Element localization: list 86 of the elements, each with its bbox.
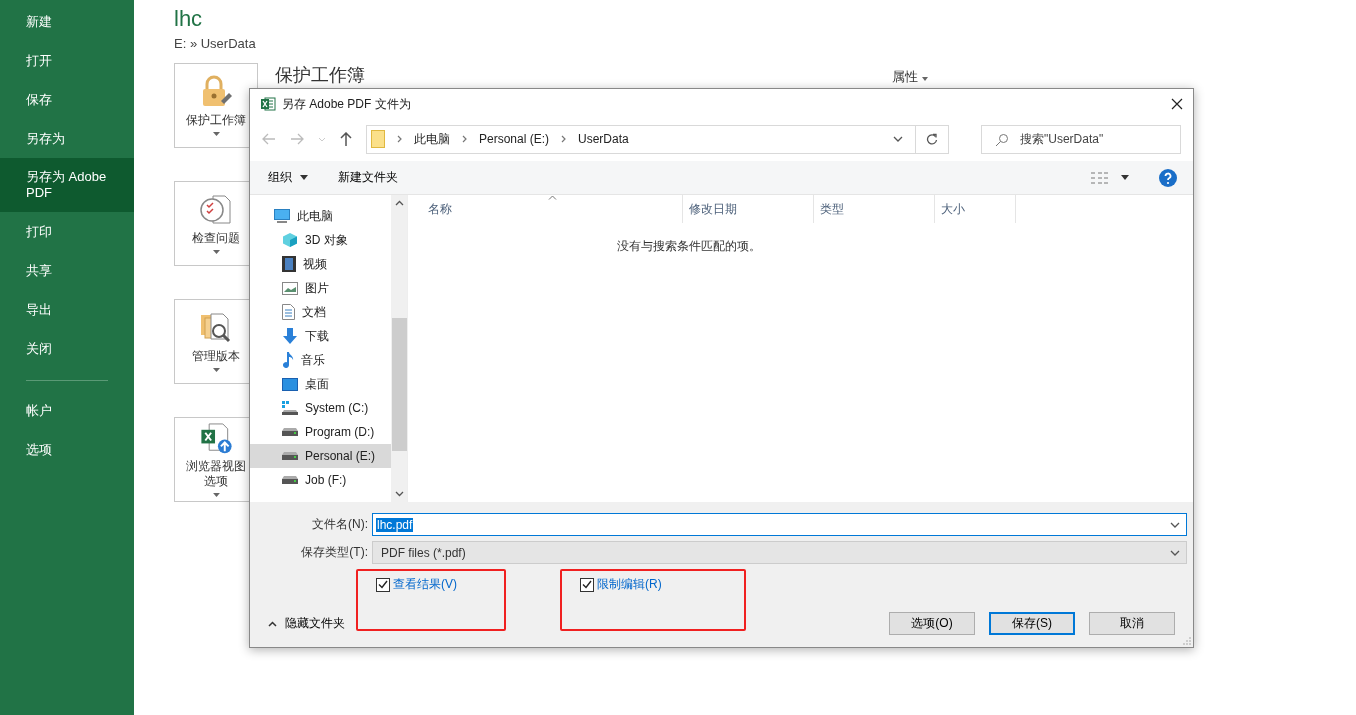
chevron-right-icon (397, 135, 402, 143)
chevron-up-icon (268, 620, 277, 627)
properties-menu[interactable]: 属性 (892, 68, 928, 84)
nav-item[interactable]: System (C:) (250, 396, 391, 420)
file-path: E: » UserData (174, 36, 257, 51)
help-icon[interactable] (1159, 168, 1177, 187)
document-icon (282, 304, 295, 320)
checkbox-option[interactable]: 查看结果(V) (376, 576, 457, 593)
sidebar-item[interactable]: 打开 (0, 41, 134, 80)
caret-icon[interactable] (1121, 175, 1129, 180)
checkbox[interactable] (376, 577, 390, 592)
dialog-button[interactable]: 保存(S) (989, 612, 1075, 635)
chevron-down-icon[interactable] (893, 136, 903, 142)
sidebar-item[interactable]: 帐户 (0, 391, 134, 430)
resize-grip-icon[interactable] (1183, 637, 1191, 645)
column-header[interactable]: 名称 (408, 195, 683, 223)
drive-icon (282, 476, 298, 484)
monitor-icon (282, 377, 298, 391)
checklist-icon (199, 193, 233, 227)
column-header[interactable]: 类型 (814, 195, 935, 223)
address-bar[interactable]: 此电脑 Personal (E:) UserData (366, 124, 949, 154)
checkbox[interactable] (580, 577, 594, 592)
computer-icon (274, 209, 290, 223)
scrollbar[interactable] (391, 195, 407, 502)
breadcrumb-item[interactable]: 此电脑 (414, 130, 450, 148)
chevron-down-icon (1170, 549, 1180, 556)
dialog-button[interactable]: 选项(O) (889, 612, 975, 635)
up-arrow-icon[interactable] (340, 132, 352, 146)
column-header[interactable]: 修改日期 (683, 195, 814, 223)
cube-icon (282, 232, 298, 248)
caret-icon (212, 132, 220, 136)
chevron-right-icon (462, 135, 467, 143)
picture-icon (282, 281, 298, 295)
breadcrumb-item[interactable]: UserData (578, 132, 629, 146)
chevron-up-icon[interactable] (394, 200, 404, 206)
down-arrow-icon (282, 328, 298, 344)
sidebar-item[interactable]: 选项 (0, 430, 134, 469)
sidebar-item[interactable]: 另存为 (0, 119, 134, 158)
search-icon (995, 132, 1009, 147)
spreadsheet-upload-icon (199, 422, 233, 456)
caret-icon (212, 493, 220, 497)
sidebar-item[interactable]: 保存 (0, 80, 134, 119)
caret-icon (212, 250, 220, 254)
documents-search-icon (199, 311, 233, 345)
nav-item[interactable]: 图片 (250, 276, 391, 300)
sidebar-item[interactable]: 打印 (0, 212, 134, 251)
field-label: 保存类型(T): (300, 544, 368, 561)
film-icon (282, 256, 296, 272)
section-heading: 保护工作簿 (275, 64, 365, 87)
dialog-button[interactable]: 取消 (1089, 612, 1175, 635)
column-header[interactable]: 大小 (935, 195, 1016, 223)
caret-icon (212, 368, 220, 372)
sidebar-item[interactable]: 导出 (0, 290, 134, 329)
sidebar-item[interactable]: 关闭 (0, 329, 134, 368)
chevron-down-icon[interactable] (394, 491, 404, 497)
check-icon (378, 580, 388, 589)
drive-icon (282, 428, 298, 436)
file-name-field[interactable]: lhc.pdf (372, 513, 1187, 536)
toolbar-button[interactable]: 新建文件夹 (332, 166, 404, 189)
sidebar-item[interactable]: 另存为 Adobe PDF (0, 158, 134, 212)
toolbar-button[interactable]: 组织 (262, 166, 314, 189)
close-icon[interactable] (1171, 98, 1183, 110)
sidebar-item[interactable]: 共享 (0, 251, 134, 290)
sidebar-item[interactable]: 新建 (0, 2, 134, 41)
field-label: 文件名(N): (311, 516, 368, 533)
refresh-icon (926, 133, 938, 145)
empty-message: 没有与搜索条件匹配的项。 (616, 238, 761, 255)
chevron-down-icon (1170, 521, 1180, 528)
backstage-button[interactable]: 保护工作簿 (174, 63, 258, 148)
music-note-icon (282, 352, 294, 368)
caret-icon (921, 77, 928, 81)
file-type-dropdown[interactable]: PDF files (*.pdf) (372, 541, 1187, 564)
nav-item[interactable]: Personal (E:) (250, 444, 391, 468)
document-title: lhc (174, 6, 204, 32)
chevron-right-icon (561, 135, 567, 143)
breadcrumb-item[interactable]: Personal (E:) (479, 132, 550, 146)
hide-folders-button[interactable]: 隐藏文件夹 (262, 614, 351, 633)
drive-icon (282, 401, 298, 415)
search-field[interactable]: 搜索"UserData" (981, 124, 1181, 154)
checkbox-option[interactable]: 限制编辑(R) (580, 576, 662, 593)
check-icon (582, 580, 592, 589)
dialog-title: 另存 Adobe PDF 文件为 (282, 95, 411, 113)
excel-icon (260, 96, 276, 112)
drive-icon (282, 452, 298, 460)
sort-chevron-icon (548, 195, 557, 200)
folder-icon (371, 130, 385, 148)
